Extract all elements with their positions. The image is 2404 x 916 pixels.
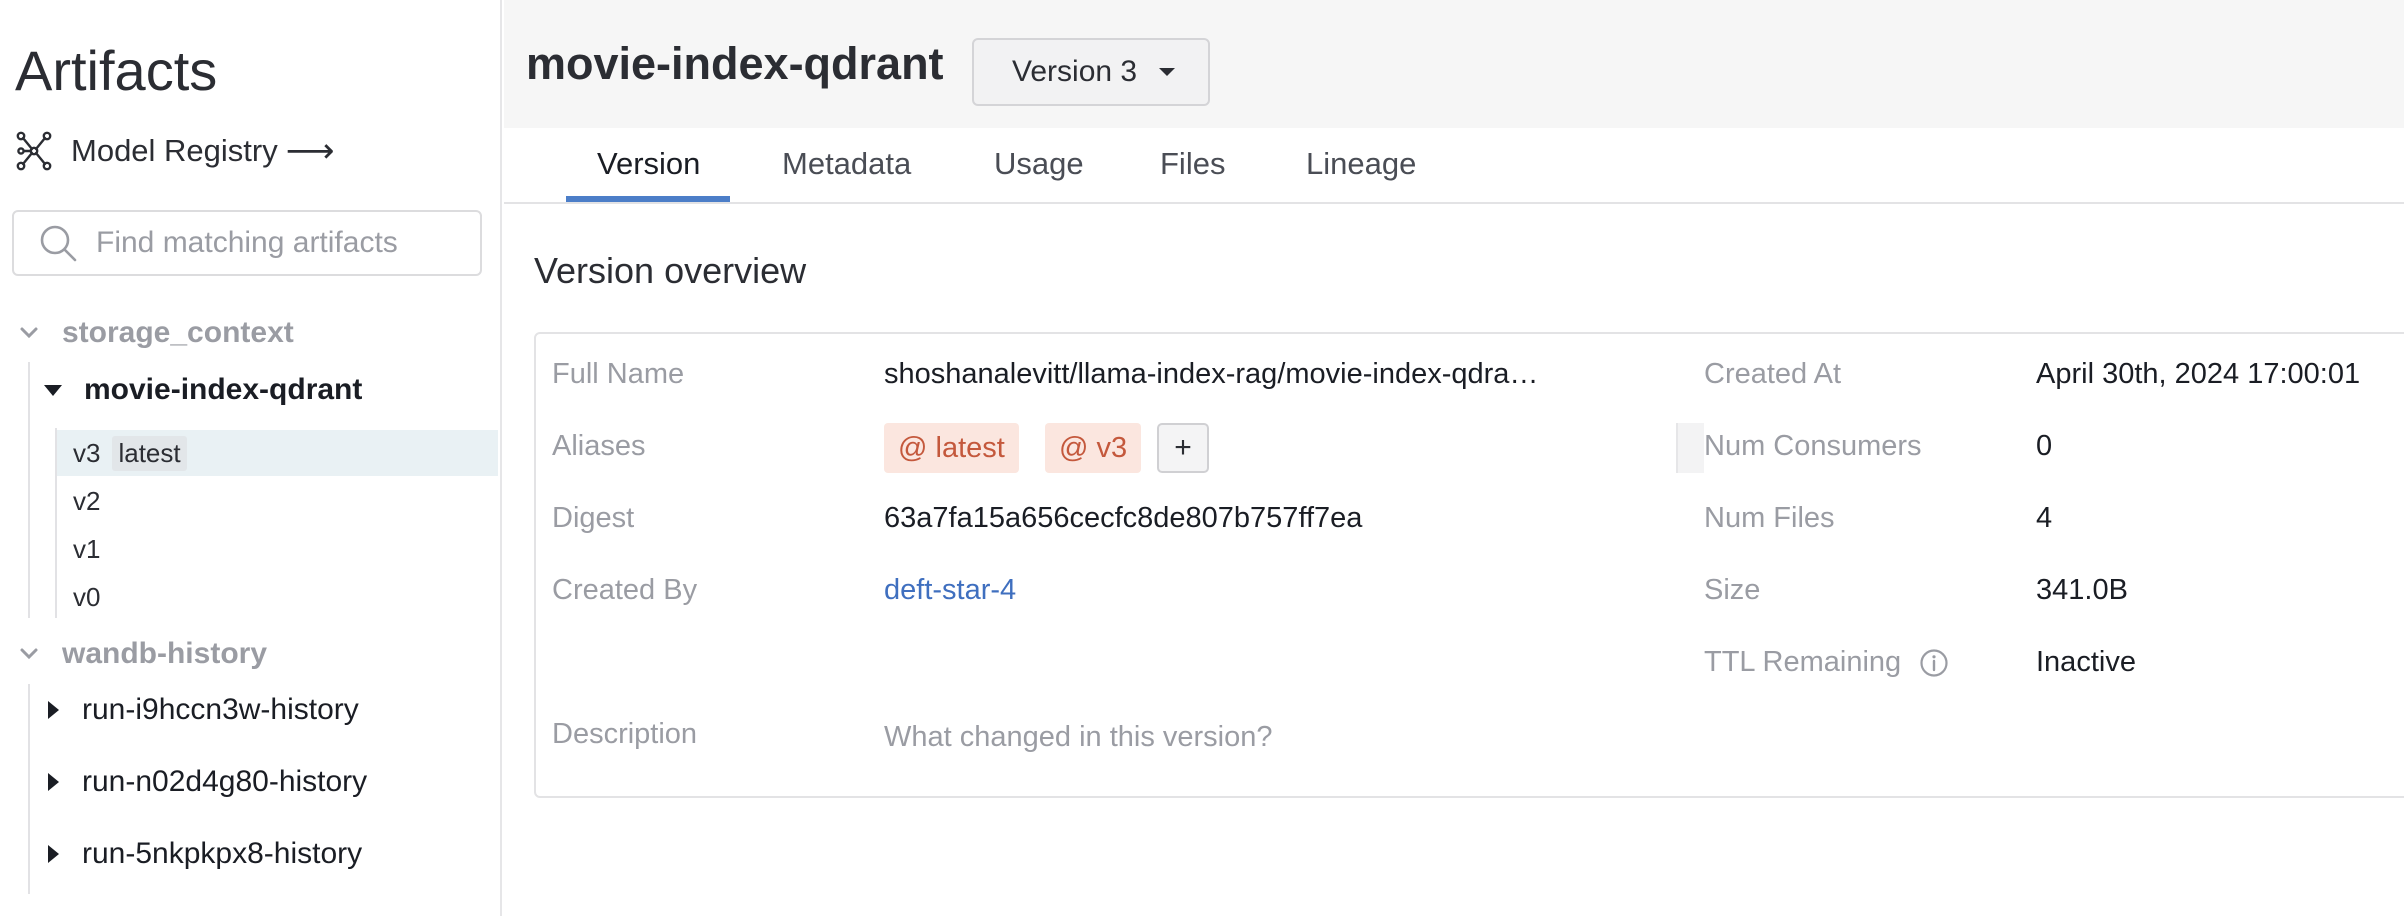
arrow-right-icon: ⟶ [285,132,335,170]
chevron-down-icon [20,648,38,660]
tab-files[interactable]: Files [1160,146,1225,206]
full-name-label: Full Name [552,358,685,390]
version-label: v1 [73,533,101,564]
num-consumers-label: Num Consumers [1704,430,1922,462]
alias-tag-latest[interactable]: @ latest [884,423,1019,473]
ttl-remaining-value: Inactive [2036,646,2136,678]
tab-lineage[interactable]: Lineage [1306,146,1416,206]
model-registry-icon [16,131,52,171]
info-icon[interactable] [1919,648,1949,678]
model-registry-link[interactable]: Model Registry ⟶ [15,128,335,174]
tree-guide [28,684,30,894]
created-at-label: Created At [1704,358,1842,390]
caret-right-icon [48,773,59,791]
column-divider [1676,423,1704,473]
artifact-run-i9hccn3w-history[interactable]: run-i9hccn3w-history [44,688,359,732]
version-item-v1[interactable]: v1 [57,526,498,572]
artifact-run-n02d4g80-history[interactable]: run-n02d4g80-history [44,760,367,804]
caret-right-icon [48,701,59,719]
version-select-value: Version 3 [1012,55,1138,88]
artifact-search[interactable] [12,210,482,276]
group-storage-context[interactable]: storage_context [18,311,294,355]
version-label: v3 [73,437,101,468]
version-overview-card [534,332,2404,798]
caret-right-icon [48,845,59,863]
artifact-label: movie-index-qdrant [84,373,363,406]
group-wandb-history[interactable]: wandb-history [18,632,267,676]
version-alias-tag: latest [112,435,187,471]
version-label: v0 [73,581,101,612]
num-files-value: 4 [2036,502,2053,534]
section-title: Version overview [534,250,807,291]
digest-label: Digest [552,502,635,534]
version-item-v3[interactable]: v3 latest [57,430,498,476]
chevron-down-icon [20,327,38,339]
group-label: wandb-history [62,637,268,670]
sidebar: Artifacts Model Registry ⟶ storage_conte… [0,0,502,916]
artifact-label: run-5nkpkpx8-history [82,837,363,870]
ttl-label-text: TTL Remaining [1704,646,1902,678]
search-icon [40,225,77,262]
created-at-value: April 30th, 2024 17:00:01 [2036,358,2361,390]
active-tab-indicator [566,196,730,202]
artifact-label: run-n02d4g80-history [82,765,368,798]
num-consumers-value: 0 [2036,430,2053,462]
num-files-label: Num Files [1704,502,1835,534]
full-name-value: shoshanalevitt/llama-index-rag/movie-ind… [884,358,1539,390]
page-title: movie-index-qdrant [526,38,944,89]
alias-tag-v3[interactable]: @ v3 [1045,423,1142,473]
size-value: 341.0B [2036,574,2128,606]
version-label: v2 [73,485,101,516]
digest-value: 63a7fa15a656cecfc8de807b757ff7ea [884,502,1363,534]
version-item-v0[interactable]: v0 [57,574,498,620]
aliases-label: Aliases [552,430,646,462]
artifact-label: run-i9hccn3w-history [82,693,359,726]
add-alias-button[interactable]: + [1157,423,1209,473]
size-label: Size [1704,574,1761,606]
created-by-label: Created By [552,574,698,606]
version-select[interactable]: Version 3 [972,38,1210,106]
search-input[interactable] [96,226,456,260]
description-label: Description [552,718,698,750]
version-item-v2[interactable]: v2 [57,478,498,524]
artifact-movie-index-qdrant[interactable]: movie-index-qdrant [44,368,362,412]
tab-metadata[interactable]: Metadata [782,146,911,206]
description-input[interactable]: What changed in this version? [884,721,1273,754]
tree-guide [28,362,30,618]
caret-down-icon [1159,68,1176,76]
sidebar-title: Artifacts [15,39,218,102]
caret-down-icon [44,384,62,396]
ttl-remaining-label: TTL Remaining [1704,646,1949,679]
artifact-run-5nkpkpx8-history[interactable]: run-5nkpkpx8-history [44,832,362,876]
group-label: storage_context [62,316,294,349]
created-by-run-link[interactable]: deft-star-4 [884,574,1016,607]
tab-usage[interactable]: Usage [994,146,1084,206]
model-registry-label: Model Registry [71,133,278,168]
